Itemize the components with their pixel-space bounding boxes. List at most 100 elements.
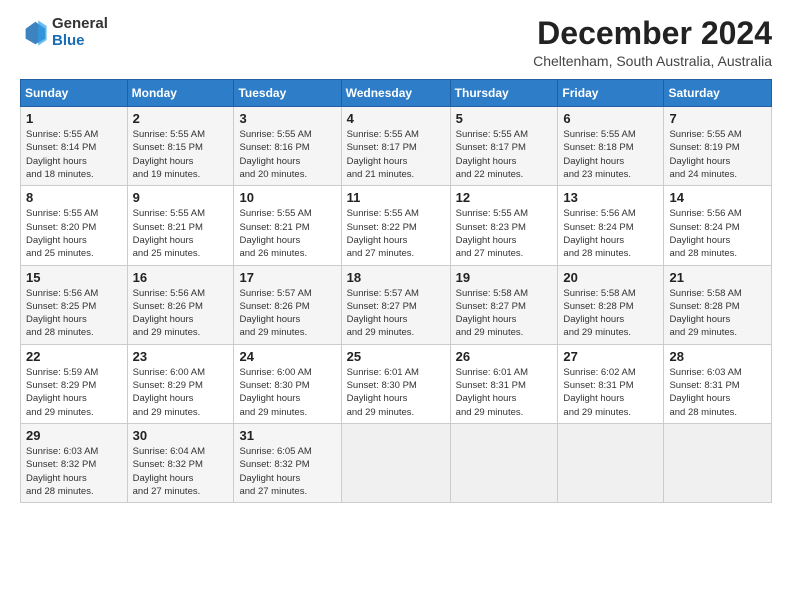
day-info: Sunrise: 5:55 AM Sunset: 8:21 PM Dayligh…	[239, 207, 335, 260]
day-info: Sunrise: 5:55 AM Sunset: 8:14 PM Dayligh…	[26, 128, 122, 181]
table-row: 12 Sunrise: 5:55 AM Sunset: 8:23 PM Dayl…	[450, 186, 558, 265]
day-number: 30	[133, 428, 229, 443]
logo-blue-text: Blue	[52, 33, 108, 50]
day-info: Sunrise: 6:00 AM Sunset: 8:29 PM Dayligh…	[133, 366, 229, 419]
table-row: 28 Sunrise: 6:03 AM Sunset: 8:31 PM Dayl…	[664, 344, 772, 423]
col-thursday: Thursday	[450, 80, 558, 107]
day-info: Sunrise: 5:55 AM Sunset: 8:16 PM Dayligh…	[239, 128, 335, 181]
day-number: 1	[26, 111, 122, 126]
table-row: 25 Sunrise: 6:01 AM Sunset: 8:30 PM Dayl…	[341, 344, 450, 423]
day-number: 11	[347, 190, 445, 205]
col-monday: Monday	[127, 80, 234, 107]
day-info: Sunrise: 5:57 AM Sunset: 8:27 PM Dayligh…	[347, 287, 445, 340]
day-number: 15	[26, 270, 122, 285]
table-row: 21 Sunrise: 5:58 AM Sunset: 8:28 PM Dayl…	[664, 265, 772, 344]
location-title: Cheltenham, South Australia, Australia	[533, 53, 772, 69]
day-info: Sunrise: 6:04 AM Sunset: 8:32 PM Dayligh…	[133, 445, 229, 498]
day-info: Sunrise: 5:56 AM Sunset: 8:26 PM Dayligh…	[133, 287, 229, 340]
table-row: 6 Sunrise: 5:55 AM Sunset: 8:18 PM Dayli…	[558, 107, 664, 186]
table-row: 11 Sunrise: 5:55 AM Sunset: 8:22 PM Dayl…	[341, 186, 450, 265]
day-info: Sunrise: 6:00 AM Sunset: 8:30 PM Dayligh…	[239, 366, 335, 419]
table-row: 24 Sunrise: 6:00 AM Sunset: 8:30 PM Dayl…	[234, 344, 341, 423]
logo: General Blue	[20, 16, 108, 49]
day-info: Sunrise: 6:03 AM Sunset: 8:32 PM Dayligh…	[26, 445, 122, 498]
table-row: 18 Sunrise: 5:57 AM Sunset: 8:27 PM Dayl…	[341, 265, 450, 344]
table-row: 3 Sunrise: 5:55 AM Sunset: 8:16 PM Dayli…	[234, 107, 341, 186]
day-info: Sunrise: 6:01 AM Sunset: 8:31 PM Dayligh…	[456, 366, 553, 419]
table-row: 2 Sunrise: 5:55 AM Sunset: 8:15 PM Dayli…	[127, 107, 234, 186]
col-sunday: Sunday	[21, 80, 128, 107]
day-number: 18	[347, 270, 445, 285]
day-number: 29	[26, 428, 122, 443]
day-number: 17	[239, 270, 335, 285]
day-number: 24	[239, 349, 335, 364]
day-number: 25	[347, 349, 445, 364]
table-row	[664, 423, 772, 502]
day-number: 20	[563, 270, 658, 285]
logo-icon	[20, 19, 48, 47]
table-row: 19 Sunrise: 5:58 AM Sunset: 8:27 PM Dayl…	[450, 265, 558, 344]
day-info: Sunrise: 5:58 AM Sunset: 8:27 PM Dayligh…	[456, 287, 553, 340]
table-row: 9 Sunrise: 5:55 AM Sunset: 8:21 PM Dayli…	[127, 186, 234, 265]
table-row: 26 Sunrise: 6:01 AM Sunset: 8:31 PM Dayl…	[450, 344, 558, 423]
day-info: Sunrise: 5:56 AM Sunset: 8:24 PM Dayligh…	[669, 207, 766, 260]
day-number: 9	[133, 190, 229, 205]
table-row: 23 Sunrise: 6:00 AM Sunset: 8:29 PM Dayl…	[127, 344, 234, 423]
day-number: 3	[239, 111, 335, 126]
calendar-week-row: 1 Sunrise: 5:55 AM Sunset: 8:14 PM Dayli…	[21, 107, 772, 186]
table-row: 31 Sunrise: 6:05 AM Sunset: 8:32 PM Dayl…	[234, 423, 341, 502]
day-info: Sunrise: 5:55 AM Sunset: 8:18 PM Dayligh…	[563, 128, 658, 181]
calendar-table: Sunday Monday Tuesday Wednesday Thursday…	[20, 79, 772, 503]
day-number: 27	[563, 349, 658, 364]
day-info: Sunrise: 5:55 AM Sunset: 8:17 PM Dayligh…	[347, 128, 445, 181]
day-number: 22	[26, 349, 122, 364]
day-number: 10	[239, 190, 335, 205]
table-row: 10 Sunrise: 5:55 AM Sunset: 8:21 PM Dayl…	[234, 186, 341, 265]
table-row: 5 Sunrise: 5:55 AM Sunset: 8:17 PM Dayli…	[450, 107, 558, 186]
table-row: 4 Sunrise: 5:55 AM Sunset: 8:17 PM Dayli…	[341, 107, 450, 186]
table-row: 7 Sunrise: 5:55 AM Sunset: 8:19 PM Dayli…	[664, 107, 772, 186]
page: General Blue December 2024 Cheltenham, S…	[0, 0, 792, 612]
day-info: Sunrise: 5:55 AM Sunset: 8:21 PM Dayligh…	[133, 207, 229, 260]
day-info: Sunrise: 5:55 AM Sunset: 8:17 PM Dayligh…	[456, 128, 553, 181]
day-number: 14	[669, 190, 766, 205]
day-info: Sunrise: 5:56 AM Sunset: 8:24 PM Dayligh…	[563, 207, 658, 260]
day-number: 6	[563, 111, 658, 126]
calendar-week-row: 29 Sunrise: 6:03 AM Sunset: 8:32 PM Dayl…	[21, 423, 772, 502]
day-number: 2	[133, 111, 229, 126]
day-info: Sunrise: 6:02 AM Sunset: 8:31 PM Dayligh…	[563, 366, 658, 419]
day-number: 31	[239, 428, 335, 443]
day-number: 7	[669, 111, 766, 126]
table-row: 8 Sunrise: 5:55 AM Sunset: 8:20 PM Dayli…	[21, 186, 128, 265]
table-row: 17 Sunrise: 5:57 AM Sunset: 8:26 PM Dayl…	[234, 265, 341, 344]
day-number: 8	[26, 190, 122, 205]
calendar-week-row: 22 Sunrise: 5:59 AM Sunset: 8:29 PM Dayl…	[21, 344, 772, 423]
logo-general-text: General	[52, 16, 108, 33]
day-info: Sunrise: 5:58 AM Sunset: 8:28 PM Dayligh…	[563, 287, 658, 340]
day-number: 5	[456, 111, 553, 126]
day-info: Sunrise: 6:01 AM Sunset: 8:30 PM Dayligh…	[347, 366, 445, 419]
title-block: December 2024 Cheltenham, South Australi…	[533, 16, 772, 69]
col-wednesday: Wednesday	[341, 80, 450, 107]
day-info: Sunrise: 5:55 AM Sunset: 8:20 PM Dayligh…	[26, 207, 122, 260]
day-number: 19	[456, 270, 553, 285]
month-title: December 2024	[533, 16, 772, 51]
day-number: 13	[563, 190, 658, 205]
table-row	[341, 423, 450, 502]
day-info: Sunrise: 5:59 AM Sunset: 8:29 PM Dayligh…	[26, 366, 122, 419]
day-info: Sunrise: 5:58 AM Sunset: 8:28 PM Dayligh…	[669, 287, 766, 340]
calendar-header-row: Sunday Monday Tuesday Wednesday Thursday…	[21, 80, 772, 107]
col-friday: Friday	[558, 80, 664, 107]
calendar-week-row: 8 Sunrise: 5:55 AM Sunset: 8:20 PM Dayli…	[21, 186, 772, 265]
header: General Blue December 2024 Cheltenham, S…	[20, 16, 772, 69]
col-saturday: Saturday	[664, 80, 772, 107]
day-number: 16	[133, 270, 229, 285]
day-info: Sunrise: 5:57 AM Sunset: 8:26 PM Dayligh…	[239, 287, 335, 340]
day-number: 28	[669, 349, 766, 364]
day-info: Sunrise: 6:03 AM Sunset: 8:31 PM Dayligh…	[669, 366, 766, 419]
day-info: Sunrise: 5:55 AM Sunset: 8:19 PM Dayligh…	[669, 128, 766, 181]
col-tuesday: Tuesday	[234, 80, 341, 107]
table-row	[450, 423, 558, 502]
table-row: 30 Sunrise: 6:04 AM Sunset: 8:32 PM Dayl…	[127, 423, 234, 502]
table-row: 15 Sunrise: 5:56 AM Sunset: 8:25 PM Dayl…	[21, 265, 128, 344]
